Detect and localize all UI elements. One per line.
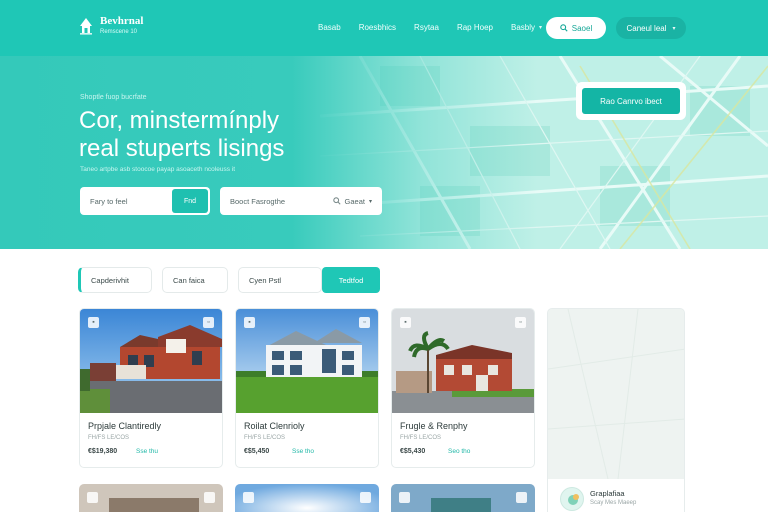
hero-title-line-1: Cor, minstermínply [79, 107, 280, 134]
find-button[interactable]: Fnd [172, 189, 208, 213]
listing-price: €$5,450 [244, 448, 270, 455]
listing-title: Roilat Clenrioly [244, 421, 305, 431]
property-type-action-label: Gaeat [344, 196, 365, 206]
share-icon[interactable]: ▫ [359, 317, 370, 328]
listing-title: Frugle & Renphy [400, 421, 468, 431]
header-search-label: Saoel [571, 23, 593, 33]
top-navigation-bar: Bevhrnal Remscene 10 Basab Roesbhics Rsy… [0, 0, 768, 56]
map-panel-title: Graplafiaa [590, 489, 625, 498]
brand-tagline: Remscene 10 [100, 29, 138, 35]
property-type-placeholder: Booct Fasrogthe [230, 196, 286, 206]
listing-card-preview-2[interactable] [235, 484, 379, 512]
palm-house-photo [392, 309, 534, 413]
map-panel-footer: Graplafiaa Scay Mes Maeep [548, 479, 684, 512]
location-search-field[interactable]: Fary to feel Fnd [80, 187, 210, 215]
nav-item-4[interactable]: Rap Hoep [457, 23, 493, 32]
nav-item-1[interactable]: Basab [318, 23, 341, 32]
share-icon[interactable]: ▫ [203, 317, 214, 328]
map-panel-subtitle: Scay Mes Maeep [590, 500, 637, 506]
nav-item-label: Basbly [510, 23, 535, 32]
map-panel[interactable]: Graplafiaa Scay Mes Maeep [547, 308, 685, 512]
account-menu-button[interactable]: Caneul leal ▾ [616, 17, 686, 39]
listing-subtitle: FH/FS LE/COS [244, 435, 286, 441]
favorite-icon[interactable]: ▪ [244, 317, 255, 328]
chevron-down-icon: ▾ [672, 25, 676, 32]
listing-title: Prpjale Clantiredly [88, 421, 162, 431]
hero-title: Cor, minstermínply real stuperts lisings [79, 107, 284, 163]
listing-card-3[interactable]: ▪ ▫ Frugle & Renphy FH/FS LE/COS €$5,430… [391, 308, 535, 468]
nav-item-label: Rap Hoep [456, 23, 493, 32]
find-button-label: Fnd [183, 197, 197, 205]
nav-item-2[interactable]: Roesbhics [359, 23, 396, 32]
hero-description: Taneo artpbe asb stoocoe payap asoaceth … [80, 166, 236, 173]
property-type-select[interactable]: Booct Fasrogthe Gaeat ▾ [220, 187, 382, 215]
house-logo-icon [80, 17, 92, 34]
listing-price: €$19,380 [88, 448, 118, 455]
hero-eyebrow: Shoptle fuop bucrfate [80, 94, 147, 101]
location-search-placeholder: Fary to feel [90, 196, 128, 206]
filter-chip-label: Can faica [173, 275, 205, 285]
map-cta-button[interactable]: Rao Canrvo ibect [582, 88, 680, 114]
filter-chip-3[interactable]: Cyen Pstl [238, 267, 322, 293]
favorite-icon[interactable]: ▪ [88, 317, 99, 328]
listing-details-link[interactable]: Seo tho [448, 448, 470, 455]
listing-subtitle: FH/FS LE/COS [88, 435, 130, 441]
filter-chip-2[interactable]: Can faica [162, 267, 228, 293]
nav-item-5[interactable]: Basbly ▾ [511, 23, 542, 32]
apply-filter-label: Tedtfod [338, 275, 364, 285]
search-icon [560, 24, 568, 32]
listing-card-1[interactable]: ▪ ▫ Prpjale Clantiredly FH/FS LE/COS €$1… [79, 308, 223, 468]
listing-details-link[interactable]: Sse thu [136, 448, 158, 455]
listing-price: €$5,430 [400, 448, 426, 455]
brick-house-photo [80, 309, 222, 413]
share-icon[interactable]: ▫ [515, 317, 526, 328]
listing-photo-preview [391, 484, 535, 512]
listing-details-link[interactable]: Sse tho [292, 448, 314, 455]
listing-card-preview-3[interactable] [391, 484, 535, 512]
listing-photo-preview [235, 484, 379, 512]
listing-card-2[interactable]: ▪ ▫ Roilat Clenrioly FH/FS LE/COS €$5,45… [235, 308, 379, 468]
filter-chip-label: Capderivhit [91, 275, 129, 285]
mini-map[interactable] [548, 309, 685, 480]
filter-chip-label: Cyen Pstl [249, 275, 282, 285]
nav-item-label: Rsytaa [414, 23, 439, 32]
map-location-icon [560, 487, 584, 511]
nav-item-label: Roesbhics [358, 23, 397, 32]
search-icon [332, 197, 341, 205]
map-cta-label: Rao Canrvo ibect [600, 96, 662, 106]
filter-chip-1[interactable]: Capderivhit [78, 267, 152, 293]
main-nav: Basab Roesbhics Rsytaa Rap Hoep Basbly ▾ [318, 23, 542, 32]
white-villa-photo [236, 309, 378, 413]
listing-photo-preview [79, 484, 223, 512]
chevron-down-icon: ▾ [539, 25, 543, 31]
brand-logo[interactable]: Bevhrnal Remscene 10 [78, 16, 143, 35]
favorite-icon[interactable]: ▪ [400, 317, 411, 328]
property-type-action[interactable]: Gaeat ▾ [332, 187, 372, 215]
header-search-button[interactable]: Saoel [546, 17, 606, 39]
hero-title-line-2: real stuperts lisings [79, 135, 285, 162]
chevron-down-icon: ▾ [368, 198, 372, 205]
nav-item-3[interactable]: Rsytaa [414, 23, 439, 32]
listing-subtitle: FH/FS LE/COS [400, 435, 442, 441]
nav-item-label: Basab [318, 23, 341, 32]
hero-section: Shoptle fuop bucrfate Cor, minstermínply… [0, 56, 768, 249]
listing-card-preview-1[interactable] [79, 484, 223, 512]
apply-filter-button[interactable]: Tedtfod [322, 267, 380, 293]
account-menu-label: Caneul leal [626, 23, 667, 33]
brand-name: Bevhrnal [100, 15, 144, 27]
